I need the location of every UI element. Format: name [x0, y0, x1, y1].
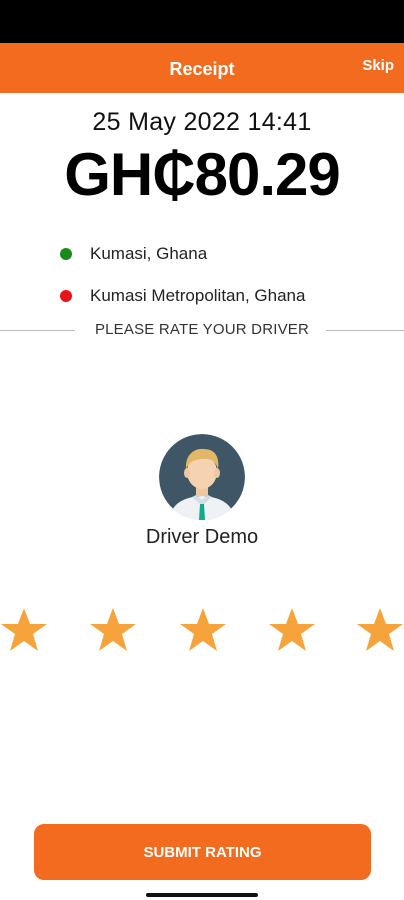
skip-button[interactable]: Skip	[362, 57, 394, 74]
receipt-amount: GH₵80.29	[64, 141, 340, 208]
star-icon[interactable]	[0, 606, 48, 654]
divider-right	[326, 330, 404, 331]
pickup-dot-icon	[60, 248, 72, 260]
pickup-location: Kumasi, Ghana	[60, 243, 207, 265]
pickup-label: Kumasi, Ghana	[90, 244, 208, 263]
submit-rating-button[interactable]: SUBMIT RATING	[34, 824, 371, 880]
home-indicator	[146, 893, 258, 897]
star-icon[interactable]	[356, 606, 404, 654]
driver-avatar-icon	[159, 434, 245, 520]
star-icon[interactable]	[179, 606, 227, 654]
dropoff-label: Kumasi Metropolitan, Ghana	[90, 286, 306, 305]
page-title: Receipt	[169, 59, 235, 79]
receipt-date: 25 May 2022 14:41	[92, 108, 312, 136]
star-icon[interactable]	[268, 606, 316, 654]
status-bar	[0, 0, 404, 43]
star-rating	[0, 606, 404, 656]
app-bar: Receipt Skip	[0, 43, 404, 93]
dropoff-location: Kumasi Metropolitan, Ghana	[60, 285, 305, 307]
driver-name: Driver Demo	[145, 526, 259, 548]
star-icon[interactable]	[89, 606, 137, 654]
dropoff-dot-icon	[60, 290, 72, 302]
